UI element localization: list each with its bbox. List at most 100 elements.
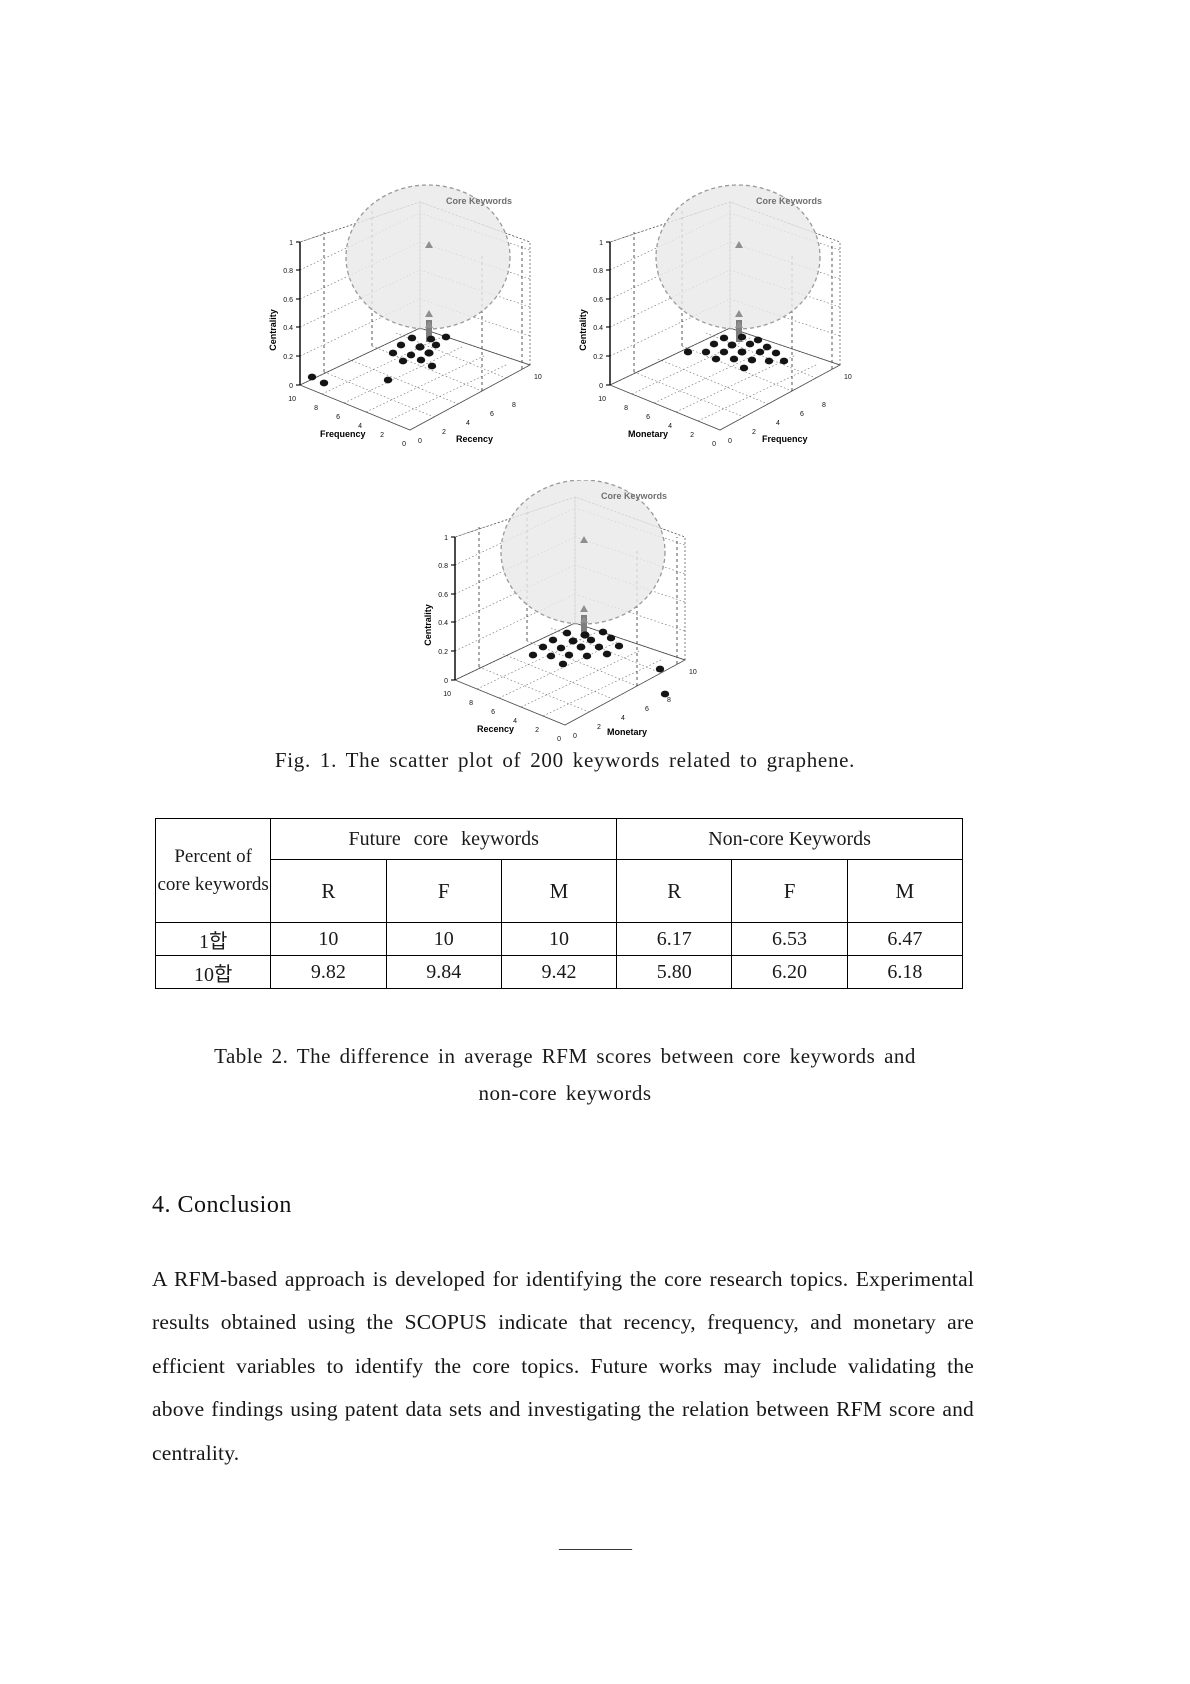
svg-text:1: 1 (599, 240, 603, 247)
table-header-group-row: Percent of core keywords Future core key… (154, 818, 963, 923)
chart-c-data-points (528, 628, 670, 698)
table-cell: 6.17 (616, 922, 733, 956)
chart-a-y-axis: 0 2 4 6 8 10 Recency (418, 374, 542, 445)
chart-c-svg: 0 0.2 0.4 0.6 0.8 1 Centrality 10 8 6 4 … (423, 480, 697, 743)
chart-b-y-axis: 0 2 4 6 8 10 Frequency (728, 374, 852, 445)
figure-caption: Fig. 1. The scatter plot of 200 keywords… (274, 748, 856, 772)
chart-b-xlabel: Monetary (628, 429, 668, 439)
svg-text:0: 0 (418, 438, 422, 445)
chart-a-data-points (307, 333, 451, 387)
table-cell: 5.80 (616, 955, 733, 989)
svg-text:10: 10 (443, 691, 451, 698)
svg-text:0: 0 (557, 736, 561, 743)
svg-text:8: 8 (624, 405, 628, 412)
svg-text:10: 10 (598, 396, 606, 403)
chart-c-z-axis: 0 0.2 0.4 0.6 0.8 1 Centrality (423, 535, 456, 685)
svg-text:10: 10 (844, 374, 852, 381)
table-subheader-core-r: R (270, 859, 387, 923)
table-cell: 9.82 (270, 955, 387, 989)
conclusion-paragraph: A RFM-based approach is developed for id… (152, 1267, 974, 1465)
svg-text:8: 8 (667, 697, 671, 704)
svg-text:6: 6 (646, 414, 650, 421)
svg-text:6: 6 (645, 706, 649, 713)
table-cell: 6.47 (846, 922, 964, 956)
svg-text:0.2: 0.2 (438, 649, 448, 656)
svg-text:2: 2 (752, 429, 756, 436)
svg-text:0.6: 0.6 (438, 592, 448, 599)
svg-text:6: 6 (336, 414, 340, 421)
svg-text:8: 8 (469, 700, 473, 707)
chart-b-z-axis: 0 0.2 0.4 0.6 0.8 1 Centrality (578, 240, 611, 390)
svg-text:10: 10 (288, 396, 296, 403)
table-subheader-core-m: M (500, 859, 618, 923)
table-stub-header: Percent of core keywords (154, 818, 272, 923)
svg-text:10: 10 (689, 669, 697, 676)
chart-b-svg: 0 0.2 0.4 0.6 0.8 1 Centrality 10 8 6 4 … (578, 184, 852, 448)
svg-text:1: 1 (444, 535, 448, 542)
chart-a-svg: 0 0.2 0.4 0.6 0.8 1 Centrality 10 8 6 4 … (268, 184, 542, 448)
table-cell: 9.84 (385, 955, 502, 989)
svg-text:0.8: 0.8 (593, 268, 603, 275)
table-cell: 6.18 (846, 955, 964, 989)
figure-1: 0 0.2 0.4 0.6 0.8 1 Centrality 10 8 6 4 … (150, 165, 980, 745)
scatter-plot-monetary-frequency: 0 0.2 0.4 0.6 0.8 1 Centrality 10 8 6 4 … (570, 180, 870, 455)
chart-c-x-axis: 10 8 6 4 2 0 Recency (443, 691, 561, 743)
svg-text:2: 2 (380, 432, 384, 439)
svg-text:0.4: 0.4 (593, 325, 603, 332)
svg-text:1: 1 (289, 240, 293, 247)
table-subheader-noncore-m: M (846, 859, 964, 923)
table-subheader-core-f: F (385, 859, 502, 923)
chart-c-zlabel: Centrality (423, 604, 433, 646)
table-stub-line1: Percent of (174, 845, 252, 867)
svg-text:0.8: 0.8 (283, 268, 293, 275)
svg-text:6: 6 (491, 709, 495, 716)
svg-text:4: 4 (621, 715, 625, 722)
scatter-plot-recency-frequency: 0 0.2 0.4 0.6 0.8 1 Centrality 10 8 6 4 … (260, 180, 560, 455)
table-cell: 9.42 (500, 955, 618, 989)
svg-text:0: 0 (444, 678, 448, 685)
table-caption: Table 2. The difference in average RFM s… (150, 1038, 980, 1112)
table-row-label: 1합 (154, 922, 272, 956)
svg-text:0: 0 (728, 438, 732, 445)
svg-text:0.4: 0.4 (283, 325, 293, 332)
table-stub-line2: core keywords (157, 873, 269, 895)
chart-a-ylabel: Recency (456, 434, 493, 444)
document-page: 0 0.2 0.4 0.6 0.8 1 Centrality 10 8 6 4 … (0, 0, 1190, 1684)
chart-a-core-sphere (345, 184, 511, 330)
chart-a-zlabel: Centrality (268, 309, 278, 351)
svg-text:0: 0 (402, 441, 406, 448)
chart-c-xlabel: Recency (477, 724, 514, 734)
table-subheader-noncore-r: R (616, 859, 733, 923)
chart-a-core-annotation: Core Keywords (446, 196, 512, 206)
svg-text:0: 0 (573, 733, 577, 740)
svg-text:4: 4 (466, 420, 470, 427)
svg-text:4: 4 (668, 423, 672, 430)
table-subheader-noncore-f: F (731, 859, 848, 923)
chart-c-y-axis: 0 2 4 6 8 10 Monetary (573, 669, 697, 740)
chart-c-core-sphere (500, 480, 666, 625)
svg-text:2: 2 (690, 432, 694, 439)
chart-c-core-annotation: Core Keywords (601, 491, 667, 501)
table-row-label: 10합 (154, 955, 272, 989)
chart-b-x-axis: 10 8 6 4 2 0 Monetary (598, 396, 716, 448)
svg-text:0.4: 0.4 (438, 620, 448, 627)
chart-b-ylabel: Frequency (762, 434, 808, 444)
table-cell: 6.20 (731, 955, 848, 989)
svg-text:0.2: 0.2 (283, 354, 293, 361)
table-row: 1합 10 10 10 6.17 6.53 6.47 (154, 922, 964, 956)
section-heading-conclusion: 4. Conclusion (152, 1192, 292, 1218)
svg-text:4: 4 (776, 420, 780, 427)
table-cell: 10 (270, 922, 387, 956)
chart-c-ylabel: Monetary (607, 727, 647, 737)
svg-text:0: 0 (599, 383, 603, 390)
svg-text:2: 2 (597, 724, 601, 731)
svg-text:6: 6 (800, 411, 804, 418)
svg-text:2: 2 (535, 727, 539, 734)
svg-text:0: 0 (712, 441, 716, 448)
svg-text:6: 6 (490, 411, 494, 418)
table-cell: 10 (385, 922, 502, 956)
chart-b-core-sphere (655, 184, 821, 330)
rfm-comparison-table: Percent of core keywords Future core key… (154, 818, 964, 989)
chart-a-x-axis: 10 8 6 4 2 0 Frequency (288, 396, 406, 448)
svg-text:8: 8 (512, 402, 516, 409)
